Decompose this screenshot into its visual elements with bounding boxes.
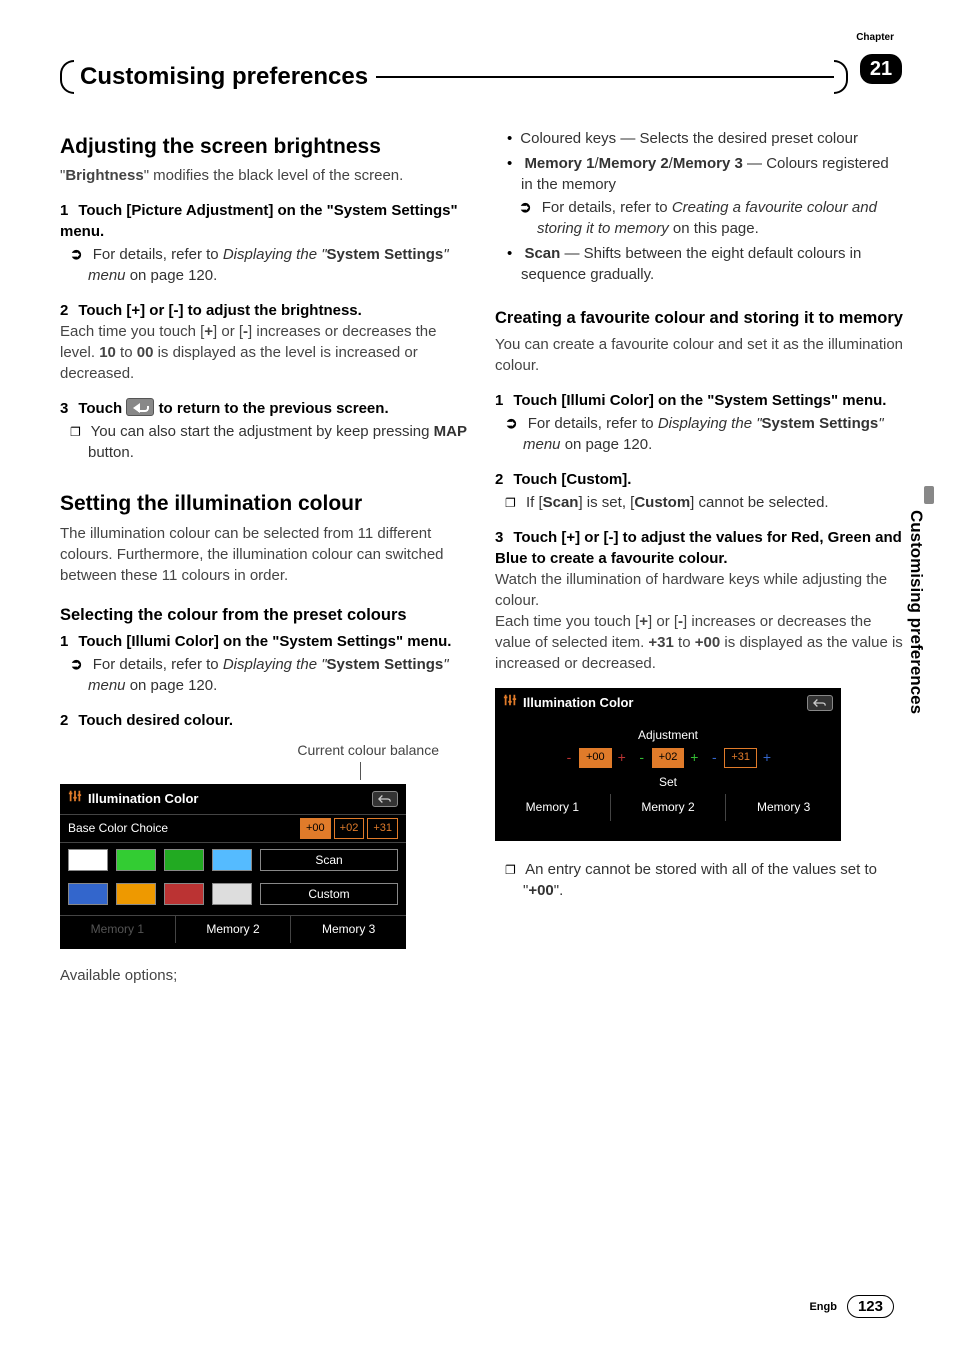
brightness-step-3: 3Touch to return to the previous screen. [60,398,469,419]
plus-button[interactable]: + [615,748,629,768]
create-note: An entry cannot be stored with all of th… [523,859,904,901]
back-icon[interactable] [372,791,398,807]
chapter-badge: 21 [860,54,902,84]
minus-button[interactable]: - [635,748,649,768]
colour-swatch[interactable] [68,849,108,871]
brightness-step-3-note: You can also start the adjustment by kee… [88,421,469,463]
value-b: +31 [367,818,398,839]
brightness-intro: "Brightness" modifies the black level of… [60,165,469,186]
create-step-2-note: If [Scan] is set, [Custom] cannot be sel… [523,492,904,513]
option-scan: Scan — Shifts between the eight default … [521,243,904,285]
select-step-1-ref: For details, refer to Displaying the "Sy… [88,654,469,696]
page-number: 123 [847,1295,894,1318]
colour-swatch[interactable] [116,849,156,871]
sliders-icon [68,789,82,808]
minus-button[interactable]: - [562,748,576,768]
page-header: Customising preferences [60,60,904,94]
screenshot-title: Illumination Color [523,694,634,712]
value-g: +02 [334,818,365,839]
base-color-label: Base Color Choice [68,820,297,837]
value-r: +00 [300,818,331,839]
side-tab: Customising preferences [906,510,926,714]
screenshot-adjustment: Illumination Color Adjustment -+00+ -+02… [495,688,841,841]
screenshot-base-color: Illumination Color Base Color Choice +00… [60,784,406,948]
colour-swatch[interactable] [164,883,204,905]
option-coloured-keys: Coloured keys — Selects the desired pres… [521,128,904,149]
colour-swatch[interactable] [68,883,108,905]
illumination-intro: The illumination colour can be selected … [60,523,469,586]
heading-illumination: Setting the illumination colour [60,489,469,518]
heading-brightness: Adjusting the screen brightness [60,132,469,161]
screenshot-title: Illumination Color [88,790,199,808]
colour-swatch[interactable] [116,883,156,905]
side-tab-marker [924,486,934,504]
colour-swatch[interactable] [212,883,252,905]
back-icon [126,398,154,416]
blue-value: +31 [724,748,757,767]
create-step-3: 3Touch [+] or [-] to adjust the values f… [495,527,904,569]
brightness-step-2-body: Each time you touch [+] or [-] increases… [60,321,469,384]
select-step-2: 2Touch desired colour. [60,710,469,731]
scan-button[interactable]: Scan [260,849,398,871]
plus-button[interactable]: + [687,748,701,768]
option-memory-ref: For details, refer to Creating a favouri… [537,197,904,239]
select-step-1: 1Touch [Illumi Color] on the "System Set… [60,631,469,652]
footer-lang: Engb [809,1301,837,1313]
chapter-label: Chapter [856,32,894,43]
create-step-3-body2: Each time you touch [+] or [-] increases… [495,611,904,674]
caption-current-balance: Current colour balance [60,741,439,761]
create-step-1: 1Touch [Illumi Color] on the "System Set… [495,390,904,411]
plus-button[interactable]: + [760,748,774,768]
colour-swatch[interactable] [212,849,252,871]
memory-1-button[interactable]: Memory 1 [60,916,176,943]
memory-2-button[interactable]: Memory 2 [611,794,727,821]
create-intro: You can create a favourite colour and se… [495,334,904,376]
memory-1-button[interactable]: Memory 1 [495,794,611,821]
back-icon[interactable] [807,695,833,711]
create-step-3-body1: Watch the illumination of hardware keys … [495,569,904,611]
brightness-step-2: 2Touch [+] or [-] to adjust the brightne… [60,300,469,321]
available-options: Available options; [60,965,469,986]
memory-2-button[interactable]: Memory 2 [176,916,292,943]
colour-swatch[interactable] [164,849,204,871]
green-value: +02 [652,748,685,767]
option-memory: Memory 1/Memory 2/Memory 3 — Colours reg… [521,153,904,195]
memory-3-button[interactable]: Memory 3 [291,916,406,943]
custom-button[interactable]: Custom [260,883,398,905]
heading-create-colour: Creating a favourite colour and storing … [495,307,904,330]
minus-button[interactable]: - [707,748,721,768]
memory-3-button[interactable]: Memory 3 [726,794,841,821]
sliders-icon [503,693,517,712]
brightness-step-1: 1Touch [Picture Adjustment] on the "Syst… [60,200,469,242]
set-label: Set [495,774,841,791]
create-step-1-ref: For details, refer to Displaying the "Sy… [523,413,904,455]
footer: Engb 123 [809,1295,894,1318]
adjustment-label: Adjustment [495,727,841,744]
brightness-step-1-ref: For details, refer to Displaying the "Sy… [88,244,469,286]
create-step-2: 2Touch [Custom]. [495,469,904,490]
heading-select-colour: Selecting the colour from the preset col… [60,604,469,627]
page-title: Customising preferences [80,63,368,91]
red-value: +00 [579,748,612,767]
